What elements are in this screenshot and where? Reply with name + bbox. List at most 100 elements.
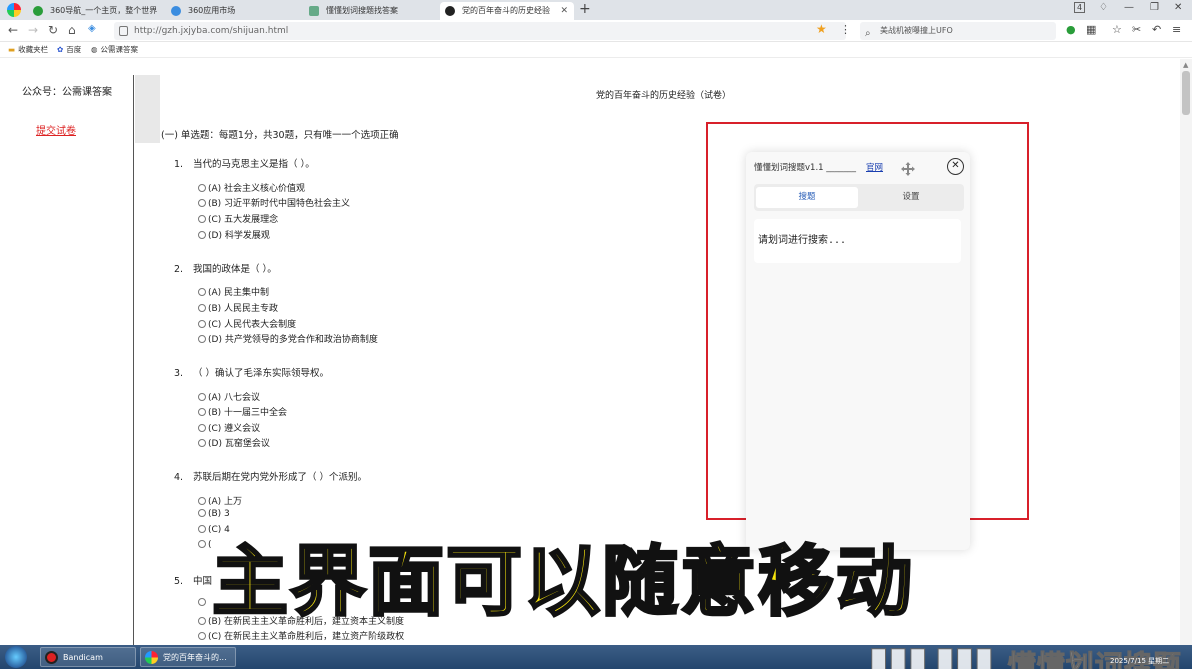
- new-tab-button[interactable]: +: [579, 1, 591, 17]
- bookmark-baidu[interactable]: ✿ 百度: [57, 42, 81, 58]
- option[interactable]: (C) 五大发展理念: [198, 212, 278, 225]
- tab-settings[interactable]: 设置: [860, 187, 962, 208]
- divider: [133, 75, 134, 645]
- security-shield-icon[interactable]: ●: [1066, 23, 1076, 36]
- option[interactable]: (A) 上万: [198, 494, 242, 507]
- option[interactable]: (C) 在新民主主义革命胜利后，建立资产阶级政权: [198, 629, 404, 642]
- scrollbar[interactable]: ▲: [1180, 59, 1192, 645]
- radio-icon[interactable]: [198, 320, 206, 328]
- bookmark-label: 公需课答案: [100, 45, 139, 54]
- option[interactable]: (B) 习近平新时代中国特色社会主义: [198, 196, 350, 209]
- submit-exam-link[interactable]: 提交试卷: [36, 122, 76, 137]
- radio-icon[interactable]: [198, 393, 206, 401]
- option[interactable]: (B) 3: [198, 509, 230, 519]
- radio-icon[interactable]: [198, 408, 206, 416]
- forward-icon[interactable]: →: [28, 23, 38, 37]
- option[interactable]: [198, 598, 208, 608]
- minimize-icon[interactable]: —: [1124, 2, 1134, 13]
- tab-dongdong[interactable]: 懂懂划词搜题找答案: [304, 2, 438, 20]
- url-field[interactable]: http://gzh.jxjyba.com/shijuan.html: [114, 22, 846, 40]
- address-bar: ← → ↻ ⌂ ◈ http://gzh.jxjyba.com/shijuan.…: [0, 20, 1192, 42]
- shirt-icon[interactable]: ♢: [1099, 2, 1108, 13]
- globe-icon: ◍: [91, 45, 98, 54]
- app-icon[interactable]: ◈: [88, 23, 96, 34]
- window-close-icon[interactable]: ✕: [1174, 2, 1182, 13]
- option[interactable]: (B) 人民民主专政: [198, 301, 278, 314]
- option-label: (A) 上万: [208, 497, 243, 507]
- screen: 360导航_一个主页，整个世界 360应用市场 懂懂划词搜题找答案 党的百年奋斗…: [0, 0, 1192, 669]
- tab-label: 360应用市场: [188, 6, 236, 15]
- reload-icon[interactable]: ↻: [48, 23, 58, 37]
- back-icon[interactable]: ←: [8, 23, 18, 37]
- radio-icon[interactable]: [198, 199, 206, 207]
- option[interactable]: (B) 十一届三中全会: [198, 405, 287, 418]
- option[interactable]: (D) 瓦窑堡会议: [198, 436, 270, 449]
- option[interactable]: (A) 社会主义核心价值观: [198, 181, 305, 194]
- scroll-thumb[interactable]: [1182, 71, 1190, 115]
- tab-exam[interactable]: 党的百年奋斗的历史经验 ✕: [440, 2, 574, 20]
- tab-close-icon[interactable]: ✕: [560, 2, 568, 20]
- tab-favicon-icon: [171, 6, 181, 16]
- url-text: http://gzh.jxjyba.com/shijuan.html: [134, 26, 289, 36]
- maximize-icon[interactable]: ❐: [1150, 2, 1159, 13]
- favorites-icon[interactable]: ☆: [1112, 23, 1122, 36]
- option-label: (C) 人民代表大会制度: [208, 320, 297, 330]
- bookmark-star-icon[interactable]: ★: [816, 22, 827, 36]
- tab-360-app-market[interactable]: 360应用市场: [166, 2, 300, 20]
- record-icon: [45, 651, 58, 664]
- taskbar-item-browser[interactable]: 党的百年奋斗的...: [140, 647, 236, 667]
- question-text: 当代的马克思主义是指（ ）。: [193, 159, 315, 170]
- radio-icon[interactable]: [198, 540, 206, 548]
- menu-icon[interactable]: ≡: [1172, 23, 1181, 36]
- search-field[interactable]: ⌕ 美战机被曝撞上UFO: [860, 22, 1056, 40]
- option[interactable]: (: [198, 540, 212, 550]
- question: 1. 当代的马克思主义是指（ ）。: [174, 156, 315, 170]
- close-icon[interactable]: ✕: [947, 158, 964, 175]
- undo-icon[interactable]: ↶: [1152, 23, 1161, 36]
- bilibili-logo-icon: ▋▋▋ ▋▋▋: [872, 649, 1000, 669]
- tools-icon[interactable]: ✂: [1132, 23, 1141, 36]
- taskbar-item-bandicam[interactable]: Bandicam: [40, 647, 136, 667]
- radio-icon[interactable]: [198, 335, 206, 343]
- bookmark-label: 百度: [66, 45, 82, 54]
- option[interactable]: (A) 民主集中制: [198, 285, 269, 298]
- menu-dots-icon[interactable]: ⋮: [840, 23, 851, 36]
- home-icon[interactable]: ⌂: [68, 23, 76, 37]
- radio-icon[interactable]: [198, 424, 206, 432]
- radio-icon[interactable]: [198, 509, 206, 517]
- question-text: 我国的政体是（ ）。: [193, 264, 277, 275]
- tab-search[interactable]: 搜题: [756, 187, 858, 208]
- apps-grid-icon[interactable]: ▦: [1086, 23, 1096, 36]
- option[interactable]: (C) 人民代表大会制度: [198, 317, 296, 330]
- scroll-up-icon[interactable]: ▲: [1183, 61, 1188, 69]
- start-button[interactable]: [5, 646, 27, 668]
- radio-icon[interactable]: [198, 439, 206, 447]
- bookmark-favorites[interactable]: ▬ 收藏夹栏: [8, 42, 48, 58]
- radio-icon[interactable]: [198, 304, 206, 312]
- bookmark-answers[interactable]: ◍ 公需课答案: [91, 42, 138, 58]
- option-label: (D) 科学发展观: [208, 231, 270, 241]
- radio-icon[interactable]: [198, 632, 206, 640]
- radio-icon[interactable]: [198, 215, 206, 223]
- tab-360-nav[interactable]: 360导航_一个主页，整个世界: [28, 2, 162, 20]
- radio-icon[interactable]: [198, 525, 206, 533]
- panel-title: 懂懂划词搜题v1.1 _______: [754, 163, 857, 173]
- move-icon[interactable]: [901, 162, 915, 176]
- browser-logo-icon[interactable]: [7, 3, 21, 17]
- taskbar-label: 党的百年奋斗的...: [163, 653, 227, 662]
- radio-icon[interactable]: [198, 617, 206, 625]
- radio-icon[interactable]: [198, 598, 206, 606]
- radio-icon[interactable]: [198, 497, 206, 505]
- tab-count-badge[interactable]: 4: [1074, 2, 1086, 13]
- option[interactable]: (A) 八七会议: [198, 390, 260, 403]
- question: 2. 我国的政体是（ ）。: [174, 261, 277, 275]
- search-panel[interactable]: 懂懂划词搜题v1.1 _______ 官网 ✕ 搜题 设置 请划词进行搜索...: [746, 152, 970, 550]
- option[interactable]: (D) 科学发展观: [198, 228, 270, 241]
- radio-icon[interactable]: [198, 184, 206, 192]
- radio-icon[interactable]: [198, 288, 206, 296]
- option-label: (B) 3: [208, 509, 230, 519]
- official-site-link[interactable]: 官网: [866, 161, 883, 173]
- radio-icon[interactable]: [198, 231, 206, 239]
- option[interactable]: (C) 遵义会议: [198, 421, 260, 434]
- option[interactable]: (D) 共产党领导的多党合作和政治协商制度: [198, 332, 378, 345]
